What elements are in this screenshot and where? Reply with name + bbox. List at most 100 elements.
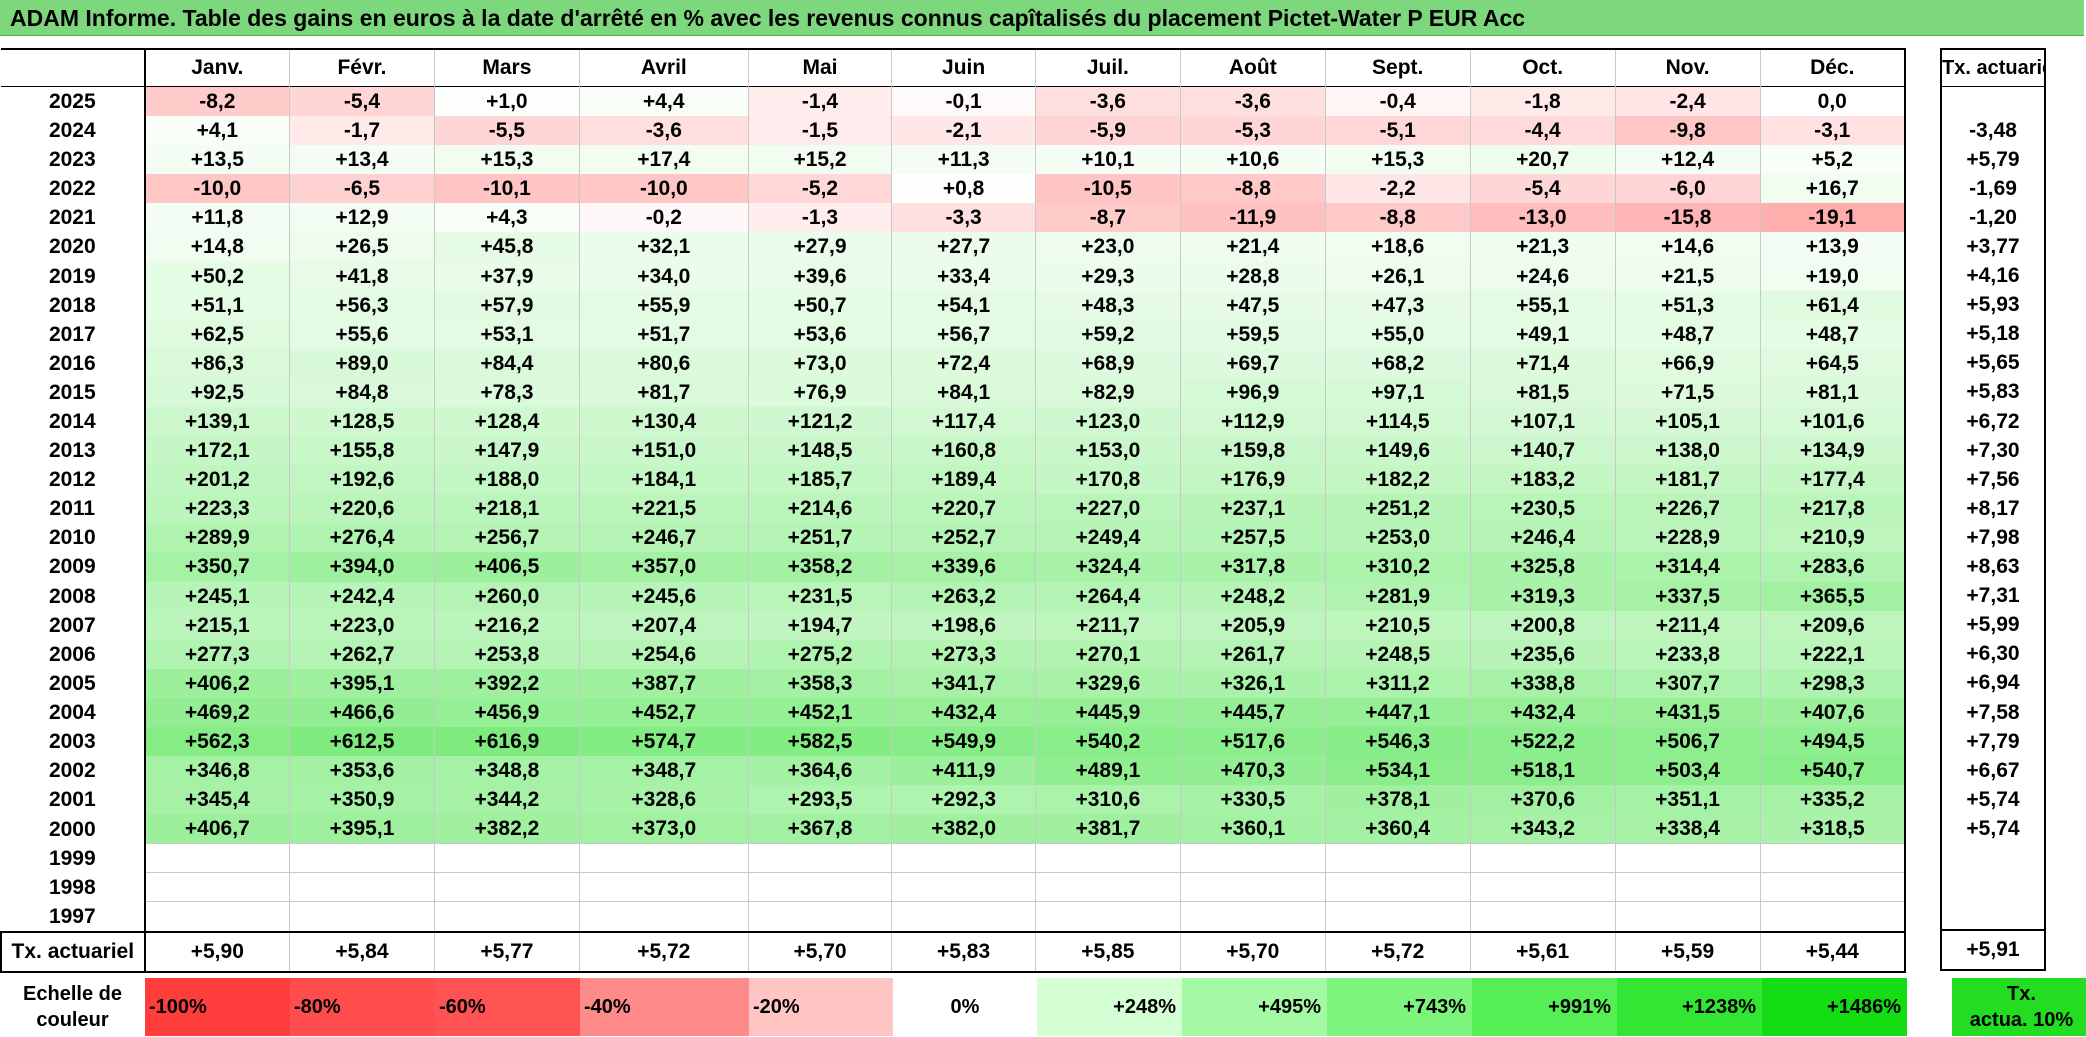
gain-cell: +188,0 <box>433 465 580 495</box>
rate-cell: +6,67 <box>1940 755 2046 785</box>
rate-cell: +7,56 <box>1940 464 2046 494</box>
gain-cell <box>1034 901 1181 933</box>
gain-cell: +34,0 <box>578 261 749 291</box>
gain-cell <box>578 901 749 933</box>
gain-cell: +189,4 <box>891 465 1036 495</box>
gain-cell: +184,1 <box>578 465 749 495</box>
gain-cell <box>144 843 290 874</box>
rate-cell <box>1940 901 2046 931</box>
gain-cell: +147,9 <box>433 436 580 466</box>
rate-cell <box>1940 86 2046 116</box>
legend-swatch: +991% <box>1472 978 1617 1036</box>
year-label: 2015 <box>1 377 146 407</box>
table-row: 1998 <box>1 872 1906 903</box>
year-label: 2020 <box>1 232 146 262</box>
gain-cell: +29,3 <box>1034 261 1181 291</box>
year-label: 2006 <box>1 639 146 669</box>
gain-cell: +201,2 <box>144 465 290 495</box>
gain-cell <box>747 901 892 933</box>
table-row: 2015 +92,5 +84,8 +78,3 +81,7 +76,9 +84,1 +82,9 +… <box>1 377 1906 407</box>
year-label: 2018 <box>1 290 146 320</box>
month-header: Déc. <box>1759 48 1906 87</box>
month-header: Janv. <box>144 48 290 87</box>
table-row: 2004 +469,2 +466,6 +456,9 +452,7 +452,1 +432,4… <box>1 697 1906 727</box>
gain-cell: +112,9 <box>1179 406 1326 437</box>
summary-cell: +5,44 <box>1759 930 1906 973</box>
gain-cell: +149,6 <box>1324 436 1471 466</box>
gain-cell: +51,1 <box>144 290 290 320</box>
gain-cell: -15,8 <box>1614 203 1761 233</box>
gain-cell: +324,4 <box>1034 552 1181 582</box>
gain-cell: +310,6 <box>1034 785 1181 815</box>
rate-cell: +5,99 <box>1940 610 2046 640</box>
gain-cell: -0,2 <box>578 203 749 233</box>
gain-cell <box>1614 843 1761 874</box>
gain-cell: +59,5 <box>1179 319 1326 349</box>
rate-cell: +8,17 <box>1940 493 2046 523</box>
gain-cell: +223,0 <box>289 610 435 640</box>
gain-cell: +54,1 <box>891 290 1036 320</box>
table-row: 2025 -8,2 -5,4 +1,0 +4,4 -1,4 -0,1 -3,6 -3,6 -0,4… <box>1 86 1906 116</box>
summary-cell: +5,70 <box>747 930 892 973</box>
gain-cell: +263,2 <box>891 581 1036 611</box>
gain-cell: +406,7 <box>144 814 290 844</box>
gain-cell <box>578 872 749 903</box>
gain-cell: +348,7 <box>578 756 749 786</box>
gain-cell <box>1469 872 1616 903</box>
gain-cell: +50,7 <box>747 290 892 320</box>
summary-cell: +5,70 <box>1179 930 1326 973</box>
gain-cell: +261,7 <box>1179 639 1326 669</box>
gain-cell: +57,9 <box>433 290 580 320</box>
month-header: Mars <box>433 48 580 87</box>
gain-cell: +153,0 <box>1034 436 1181 466</box>
gain-cell: +205,9 <box>1179 610 1326 640</box>
gain-cell: +15,2 <box>747 145 892 175</box>
gain-cell: +176,9 <box>1179 465 1326 495</box>
gain-cell: +81,5 <box>1469 377 1616 407</box>
gain-cell: +318,5 <box>1759 814 1906 844</box>
gain-cell: -9,8 <box>1614 116 1761 146</box>
gain-cell: +148,5 <box>747 436 892 466</box>
rate-row: +7,31 <box>1940 581 2046 611</box>
gain-cell: +10,6 <box>1179 145 1326 175</box>
rate-cell: -3,48 <box>1940 115 2046 145</box>
gain-cell: +378,1 <box>1324 785 1471 815</box>
gain-cell: +37,9 <box>433 261 580 291</box>
gain-cell: +48,7 <box>1759 319 1906 349</box>
gain-cell: +185,7 <box>747 465 892 495</box>
rate-row <box>1940 872 2046 902</box>
gain-cell: +123,0 <box>1034 406 1181 437</box>
rate-row: +3,77 <box>1940 231 2046 262</box>
gain-cell: +469,2 <box>144 697 290 727</box>
gain-cell: +81,7 <box>578 377 749 407</box>
gain-cell <box>1324 843 1471 874</box>
legend-row: Echelle de couleur -100% -80% -60% -40% -20% 0%… <box>0 978 2086 1036</box>
gain-cell: +394,0 <box>289 552 435 582</box>
gain-cell: +257,5 <box>1179 523 1326 553</box>
gain-cell: +33,4 <box>891 261 1036 291</box>
gain-cell: +522,2 <box>1469 726 1616 757</box>
gain-cell: +222,1 <box>1759 639 1906 669</box>
rate-row: -3,48 <box>1940 115 2046 145</box>
legend-swatch: +248% <box>1037 978 1182 1036</box>
table-row: 2013 +172,1 +155,8 +147,9 +151,0 +148,5 +160,8… <box>1 436 1906 466</box>
gain-cell: +253,0 <box>1324 523 1471 553</box>
gain-cell: +262,7 <box>289 639 435 669</box>
gain-cell: +27,7 <box>891 232 1036 262</box>
year-label: 1998 <box>1 872 146 902</box>
gain-cell: +218,1 <box>433 494 580 524</box>
gain-cell <box>578 843 749 874</box>
rate-cell <box>1940 872 2046 902</box>
gain-cell: +14,8 <box>144 232 290 262</box>
gain-cell: +216,2 <box>433 610 580 640</box>
gains-table: Janv. Févr. Mars Avril Mai Juin Juil. Août Sept.… <box>0 48 1906 973</box>
legend-swatch: -60% <box>435 978 580 1036</box>
month-header: Oct. <box>1469 48 1616 87</box>
gain-cell: +432,4 <box>1469 697 1616 727</box>
gain-cell: +489,1 <box>1034 756 1181 786</box>
gain-cell: +220,7 <box>891 494 1036 524</box>
gain-cell: +27,9 <box>747 232 892 262</box>
legend-rate-swatch: Tx. actua. 10% <box>1952 978 2086 1036</box>
gain-cell: -6,5 <box>289 174 435 204</box>
gain-cell: -5,4 <box>289 86 435 116</box>
